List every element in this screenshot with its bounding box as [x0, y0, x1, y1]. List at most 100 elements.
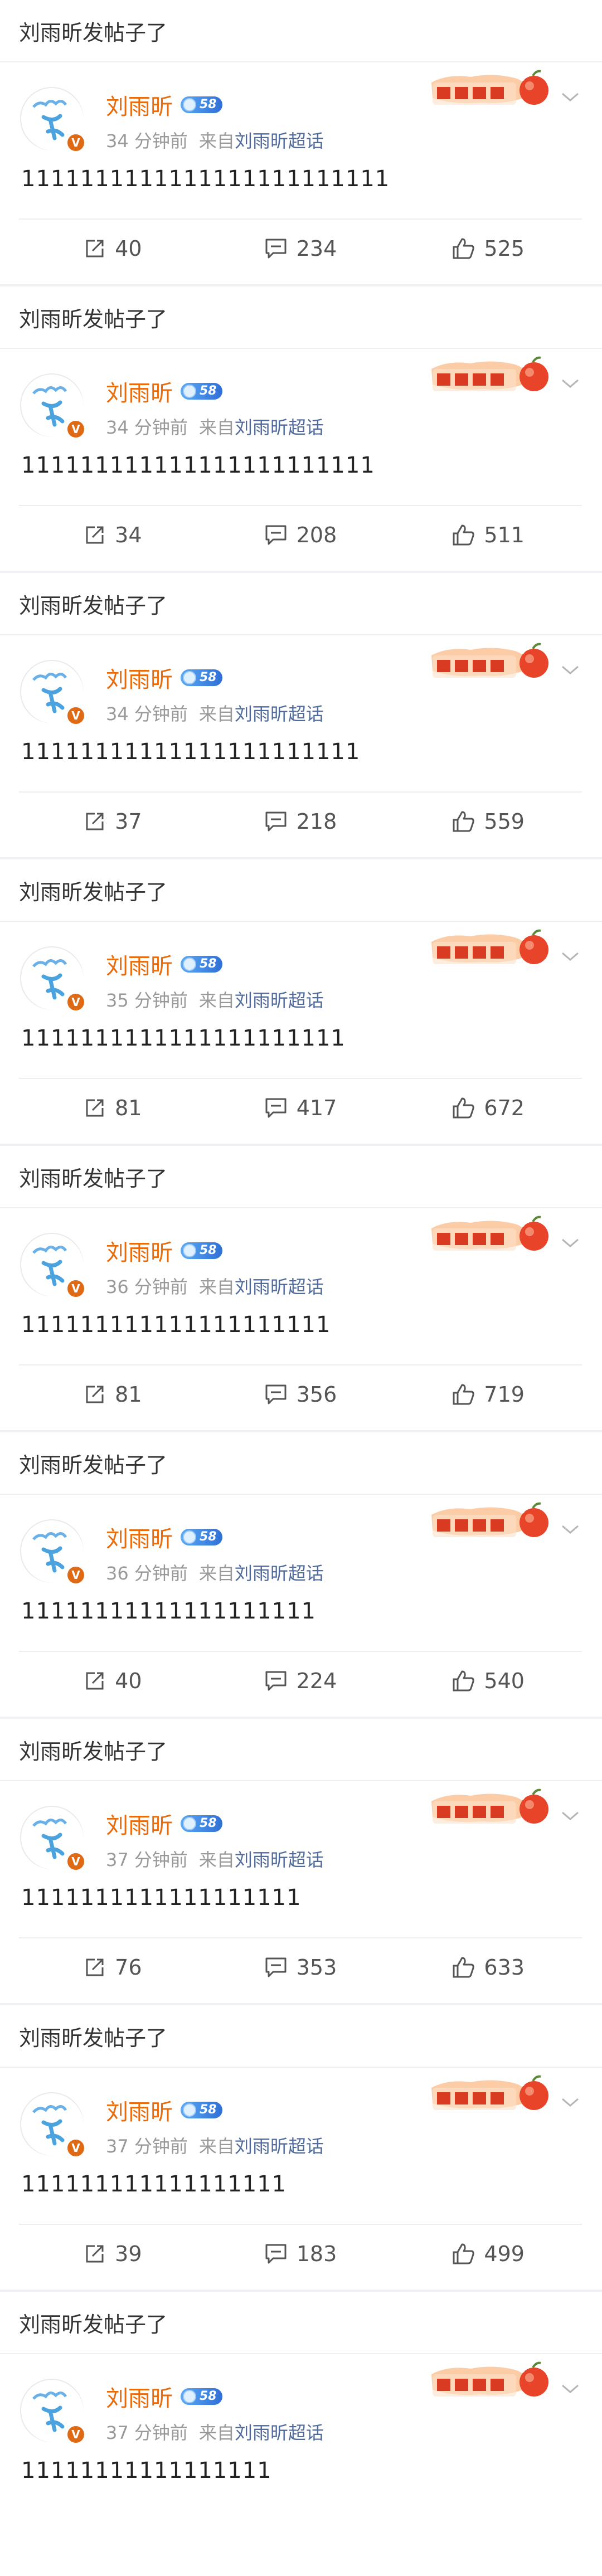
like-icon — [453, 1097, 475, 1119]
repost-button[interactable]: 40 — [19, 236, 207, 261]
card-header[interactable]: 刘雨昕发帖子了 — [0, 573, 602, 635]
post-content[interactable]: 11111111111111111111 — [21, 1598, 316, 1624]
card-header[interactable]: 刘雨昕发帖子了 — [0, 2292, 602, 2354]
post-content[interactable]: 111111111111111111111 — [21, 1312, 331, 1338]
username[interactable]: 刘雨昕 — [106, 89, 173, 121]
action-bar: 76 353 633 — [19, 1937, 582, 1996]
post-content[interactable]: 111111111111111111111111 — [21, 453, 375, 478]
new-year-decoration-icon — [431, 70, 549, 105]
post-content[interactable]: 111111111111111111 — [21, 2171, 287, 2197]
post-card[interactable]: 刘雨昕发帖子了 V 刘雨昕 58 34 分钟前 来自刘雨昕超话 11111111… — [0, 286, 602, 571]
like-button[interactable]: 525 — [394, 236, 582, 261]
comment-count: 356 — [296, 1382, 337, 1407]
repost-button[interactable]: 34 — [19, 523, 207, 547]
card-header[interactable]: 刘雨昕发帖子了 — [0, 2005, 602, 2068]
avatar[interactable]: V — [20, 946, 86, 1012]
topic-link[interactable]: 刘雨昕超话 — [235, 2422, 324, 2443]
repost-button[interactable]: 76 — [19, 1955, 207, 1980]
card-header[interactable]: 刘雨昕发帖子了 — [0, 1146, 602, 1208]
repost-count: 81 — [115, 1096, 142, 1120]
chevron-down-icon[interactable] — [561, 1237, 580, 1248]
topic-link[interactable]: 刘雨昕超话 — [235, 417, 324, 438]
card-header[interactable]: 刘雨昕发帖子了 — [0, 859, 602, 922]
comment-button[interactable]: 183 — [207, 2242, 395, 2266]
topic-link[interactable]: 刘雨昕超话 — [235, 1563, 324, 1584]
chevron-down-icon[interactable] — [561, 91, 580, 103]
username[interactable]: 刘雨昕 — [106, 662, 173, 694]
chevron-down-icon[interactable] — [561, 378, 580, 389]
repost-button[interactable]: 81 — [19, 1096, 207, 1120]
topic-link[interactable]: 刘雨昕超话 — [235, 990, 324, 1011]
comment-button[interactable]: 224 — [207, 1669, 395, 1693]
post-card[interactable]: 刘雨昕发帖子了 V 刘雨昕 58 37 分钟前 来自刘雨昕超话 11111111… — [0, 2292, 602, 2576]
comment-button[interactable]: 208 — [207, 523, 395, 547]
like-button[interactable]: 672 — [394, 1096, 582, 1120]
repost-button[interactable]: 81 — [19, 1382, 207, 1407]
post-card[interactable]: 刘雨昕发帖子了 V 刘雨昕 58 36 分钟前 来自刘雨昕超话 11111111… — [0, 1146, 602, 1430]
username[interactable]: 刘雨昕 — [106, 2380, 173, 2413]
post-content[interactable]: 11111111111111111111111 — [21, 739, 360, 765]
avatar[interactable]: V — [20, 1519, 86, 1585]
repost-button[interactable]: 39 — [19, 2242, 207, 2266]
chevron-down-icon[interactable] — [561, 2383, 580, 2394]
topic-link[interactable]: 刘雨昕超话 — [235, 1276, 324, 1297]
like-button[interactable]: 511 — [394, 523, 582, 547]
avatar[interactable]: V — [20, 660, 86, 726]
repost-count: 37 — [115, 809, 142, 834]
card-header[interactable]: 刘雨昕发帖子了 — [0, 1719, 602, 1781]
repost-icon — [86, 526, 104, 544]
like-button[interactable]: 719 — [394, 1382, 582, 1407]
like-button[interactable]: 633 — [394, 1955, 582, 1980]
comment-button[interactable]: 234 — [207, 236, 395, 261]
post-card[interactable]: 刘雨昕发帖子了 V 刘雨昕 58 37 分钟前 来自刘雨昕超话 11111111… — [0, 1719, 602, 2003]
avatar[interactable]: V — [20, 1806, 86, 1872]
username[interactable]: 刘雨昕 — [106, 375, 173, 407]
like-button[interactable]: 540 — [394, 1669, 582, 1693]
post-card[interactable]: 刘雨昕发帖子了 V 刘雨昕 58 34 分钟前 来自刘雨昕超话 11111111… — [0, 573, 602, 857]
new-year-decoration-icon — [431, 1788, 549, 1824]
level-badge: 58 — [181, 2388, 222, 2405]
post-card[interactable]: 刘雨昕发帖子了 V 刘雨昕 58 36 分钟前 来自刘雨昕超话 11111111… — [0, 1432, 602, 1717]
verified-badge-icon: V — [66, 1565, 86, 1585]
username[interactable]: 刘雨昕 — [106, 2094, 173, 2126]
post-content[interactable]: 1111111111111111111111 — [21, 1025, 346, 1051]
avatar[interactable]: V — [20, 1233, 86, 1299]
chevron-down-icon[interactable] — [561, 2097, 580, 2108]
username[interactable]: 刘雨昕 — [106, 948, 173, 980]
avatar[interactable]: V — [20, 87, 86, 153]
card-header[interactable]: 刘雨昕发帖子了 — [0, 286, 602, 349]
post-card[interactable]: 刘雨昕发帖子了 V 刘雨昕 58 37 分钟前 来自刘雨昕超话 11111111… — [0, 2005, 602, 2290]
topic-link[interactable]: 刘雨昕超话 — [235, 130, 324, 152]
topic-link[interactable]: 刘雨昕超话 — [235, 703, 324, 725]
feed: 刘雨昕发帖子了 V 刘雨昕 58 34 分钟前 来自刘雨昕超话 11111111… — [0, 0, 602, 2576]
repost-button[interactable]: 37 — [19, 809, 207, 834]
comment-button[interactable]: 353 — [207, 1955, 395, 1980]
comment-button[interactable]: 218 — [207, 809, 395, 834]
like-count: 633 — [484, 1955, 525, 1980]
comment-button[interactable]: 356 — [207, 1382, 395, 1407]
post-content[interactable]: 1111111111111111111 — [21, 1885, 302, 1911]
header-text: 刘雨昕发帖子了 — [19, 1166, 168, 1191]
post-card[interactable]: 刘雨昕发帖子了 V 刘雨昕 58 34 分钟前 来自刘雨昕超话 11111111… — [0, 0, 602, 284]
topic-link[interactable]: 刘雨昕超话 — [235, 2136, 324, 2157]
chevron-down-icon[interactable] — [561, 1810, 580, 1821]
card-header[interactable]: 刘雨昕发帖子了 — [0, 1432, 602, 1495]
post-card[interactable]: 刘雨昕发帖子了 V 刘雨昕 58 35 分钟前 来自刘雨昕超话 11111111… — [0, 859, 602, 1144]
username[interactable]: 刘雨昕 — [106, 1234, 173, 1267]
topic-link[interactable]: 刘雨昕超话 — [235, 1849, 324, 1870]
chevron-down-icon[interactable] — [561, 664, 580, 675]
repost-button[interactable]: 40 — [19, 1669, 207, 1693]
card-header[interactable]: 刘雨昕发帖子了 — [0, 0, 602, 62]
post-content[interactable]: 1111111111111111111111111 — [21, 166, 390, 192]
chevron-down-icon[interactable] — [561, 951, 580, 962]
username[interactable]: 刘雨昕 — [106, 1807, 173, 1840]
avatar[interactable]: V — [20, 2379, 86, 2444]
like-button[interactable]: 499 — [394, 2242, 582, 2266]
username[interactable]: 刘雨昕 — [106, 1521, 173, 1553]
avatar[interactable]: V — [20, 373, 86, 439]
post-content[interactable]: 11111111111111111 — [21, 2458, 272, 2483]
like-button[interactable]: 559 — [394, 809, 582, 834]
avatar[interactable]: V — [20, 2092, 86, 2158]
chevron-down-icon[interactable] — [561, 1524, 580, 1535]
comment-button[interactable]: 417 — [207, 1096, 395, 1120]
